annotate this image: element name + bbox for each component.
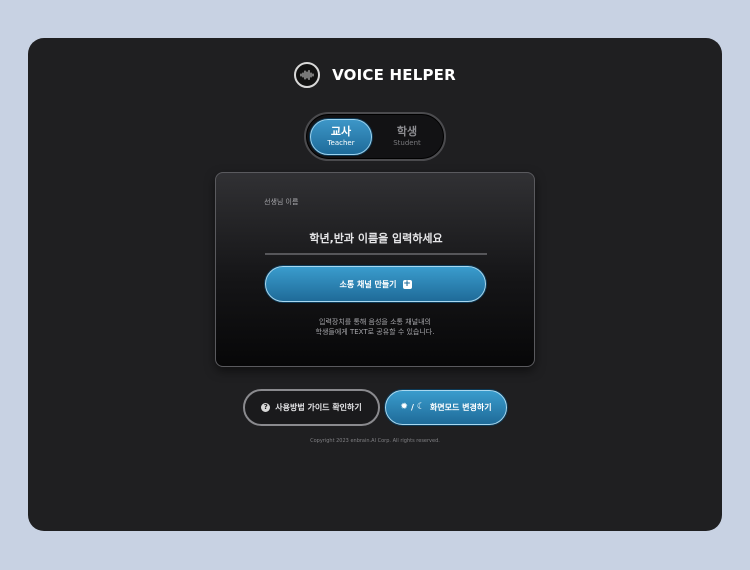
question-circle-icon: ? xyxy=(261,403,271,412)
tab-teacher[interactable]: 교사 Teacher xyxy=(310,118,372,155)
plus-square-icon: + xyxy=(402,278,412,289)
tab-student-sublabel: Student xyxy=(393,139,421,147)
create-channel-label: 소통 채널 만들기 xyxy=(339,279,397,289)
sun-icon: ✹ xyxy=(400,402,408,412)
tab-student-label: 학생 xyxy=(396,125,418,138)
card-description: 입력장치를 통해 음성을 소통 채널내의 학생들에게 TEXT로 공유할 수 있… xyxy=(216,317,534,337)
usage-guide-button[interactable]: ? 사용방법 가이드 확인하기 xyxy=(243,389,380,426)
teacher-name-label: 선생님 이름 xyxy=(264,198,299,206)
theme-toggle-button[interactable]: ✹ / ☾ 화면모드 변경하기 xyxy=(385,390,507,425)
teacher-name-card: 선생님 이름 소통 채널 만들기 + 입력장치를 통해 음성을 소통 채널내의 … xyxy=(215,172,535,367)
card-description-line1: 입력장치를 통해 음성을 소통 채널내의 xyxy=(319,318,431,326)
role-toggle: 교사 Teacher 학생 Student xyxy=(304,112,446,161)
app-window: VOICE HELPER 교사 Teacher 학생 Student 선생님 이… xyxy=(28,38,722,531)
moon-icon: ☾ xyxy=(416,402,425,412)
theme-toggle-label: 화면모드 변경하기 xyxy=(429,403,492,412)
usage-guide-label: 사용방법 가이드 확인하기 xyxy=(275,403,362,412)
create-channel-button[interactable]: 소통 채널 만들기 + xyxy=(265,266,486,302)
voice-waveform-icon xyxy=(294,62,321,88)
header: VOICE HELPER xyxy=(28,62,722,88)
tab-teacher-label: 교사 xyxy=(330,125,352,138)
card-description-line2: 학생들에게 TEXT로 공유할 수 있습니다. xyxy=(315,328,435,336)
tab-teacher-sublabel: Teacher xyxy=(327,139,355,147)
tab-student[interactable]: 학생 Student xyxy=(376,119,438,155)
copyright-text: Copyright 2023 enbrain.AI Corp. All righ… xyxy=(310,438,440,444)
teacher-name-input[interactable] xyxy=(265,223,487,255)
app-title: VOICE HELPER xyxy=(332,66,456,84)
icon-separator: / xyxy=(410,403,414,412)
